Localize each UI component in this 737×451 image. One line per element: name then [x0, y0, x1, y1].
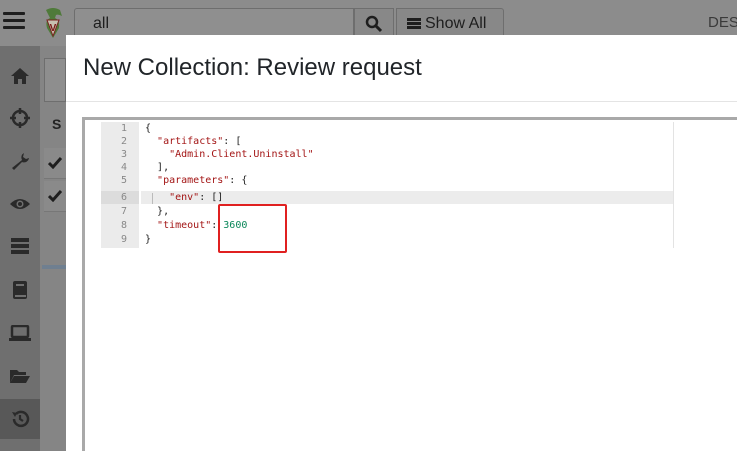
home-icon: [11, 68, 29, 84]
code-line[interactable]: {: [145, 122, 151, 135]
timeout-highlight-box: [218, 204, 287, 253]
modal-header: New Collection: Review request: [66, 35, 737, 102]
line-number: 9: [120, 234, 127, 245]
sidebar-item-notebook[interactable]: [0, 270, 40, 310]
sidebar-item-files[interactable]: [0, 356, 40, 396]
json-key: "timeout": [157, 220, 212, 231]
server-icon: [11, 238, 29, 254]
sidebar-item-hunt[interactable]: [0, 98, 40, 138]
review-request-modal: New Collection: Review request: [66, 35, 737, 451]
background-panel: [40, 46, 66, 451]
sidebar-item-history[interactable]: [0, 399, 40, 439]
code-line[interactable]: "env": []: [145, 191, 223, 204]
wrench-icon: [12, 153, 29, 170]
hamburger-menu-icon[interactable]: [3, 9, 25, 31]
background-row: [44, 181, 66, 212]
folder-open-icon: [10, 370, 30, 383]
laptop-icon: [9, 325, 31, 341]
code-line[interactable]: "Admin.Client.Uninstall": [145, 148, 314, 161]
line-number: 6: [101, 191, 139, 204]
line-number: 4: [120, 162, 127, 173]
list-icon: [407, 18, 421, 29]
sidebar-item-clients[interactable]: [0, 313, 40, 353]
svg-text:V: V: [50, 23, 57, 34]
line-number: 5: [120, 175, 127, 186]
code-line[interactable]: },: [145, 205, 169, 218]
search-icon: [365, 15, 383, 33]
json-key: "env": [169, 192, 200, 203]
history-icon: [12, 410, 30, 428]
background-row: [44, 148, 66, 179]
line-number: 2: [120, 136, 127, 147]
line-number: 8: [120, 220, 127, 231]
header-right-text: DES: [708, 14, 737, 31]
checkmark-icon: [48, 157, 62, 169]
background-divider: [42, 265, 66, 269]
json-key: "parameters": [157, 175, 230, 186]
code-line[interactable]: }: [145, 233, 151, 246]
book-icon: [13, 281, 27, 299]
code-line[interactable]: "artifacts": [: [145, 135, 241, 148]
line-number: 3: [120, 149, 127, 160]
background-add-button: [44, 58, 66, 102]
line-number: 1: [120, 123, 127, 134]
velociraptor-logo: V: [46, 8, 62, 38]
indent-guide: [152, 193, 153, 204]
sidebar-item-home[interactable]: [0, 56, 40, 96]
background-column-header: S: [52, 116, 62, 132]
print-margin: [673, 122, 674, 248]
json-editor[interactable]: [82, 117, 737, 451]
crosshair-icon: [10, 108, 30, 128]
code-line[interactable]: ],: [145, 161, 169, 174]
sidebar-item-tools[interactable]: [0, 141, 40, 181]
line-number: 7: [120, 206, 127, 217]
modal-title: New Collection: Review request: [83, 54, 422, 81]
json-key: "artifacts": [157, 136, 224, 147]
checkmark-icon: [48, 190, 62, 202]
sidebar-item-view[interactable]: [0, 184, 40, 224]
sidebar-item-server[interactable]: [0, 226, 40, 266]
sidebar: [0, 46, 40, 451]
show-all-label: Show All: [425, 15, 487, 32]
eye-icon: [10, 199, 30, 209]
code-line[interactable]: "parameters": {: [145, 174, 247, 187]
json-string: "Admin.Client.Uninstall": [169, 149, 314, 160]
